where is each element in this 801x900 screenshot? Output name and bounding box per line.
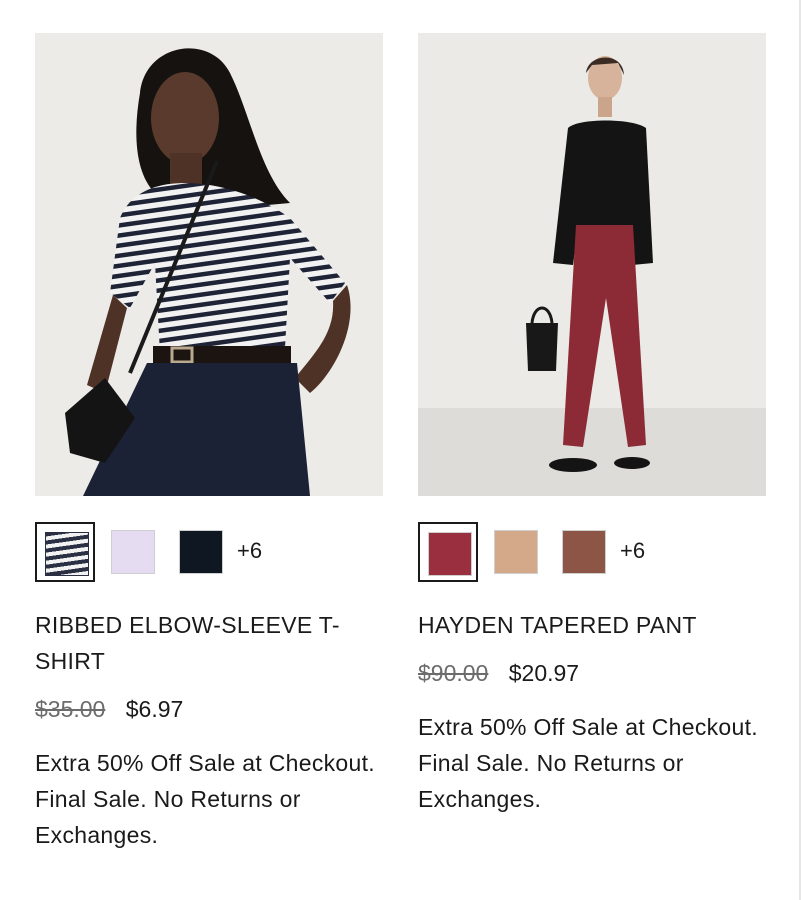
more-colors-link[interactable]: +6 (620, 538, 645, 564)
promo-text: Extra 50% Off Sale at Checkout. Final Sa… (418, 714, 758, 812)
more-colors-link[interactable]: +6 (237, 538, 262, 564)
product-photo-model-burgundy-pant (418, 33, 766, 496)
swatch-black[interactable] (171, 522, 231, 582)
product-title[interactable]: HAYDEN TAPERED PANT (418, 607, 766, 643)
color-swatch-row: +6 (35, 522, 383, 584)
promo-text: Extra 50% Off Sale at Checkout. Final Sa… (35, 750, 375, 848)
swatch-navy-white-stripe[interactable] (35, 522, 95, 582)
swatch-burgundy[interactable] (418, 522, 478, 582)
product-title[interactable]: RIBBED ELBOW-SLEEVE T-SHIRT (35, 607, 383, 679)
swatch-tan[interactable] (486, 522, 546, 582)
original-price: $35.00 (35, 696, 106, 722)
product-card-ribbed-tee[interactable]: +6 RIBBED ELBOW-SLEEVE T-SHIRT $35.00 $6… (35, 33, 383, 853)
swatch-chip (562, 530, 606, 574)
swatch-chip (494, 530, 538, 574)
price-block: $35.00 $6.97 (35, 691, 383, 727)
swatch-brown[interactable] (554, 522, 614, 582)
swatch-lavender[interactable] (103, 522, 163, 582)
sale-price: $6.97 (125, 696, 184, 722)
swatch-chip (179, 530, 223, 574)
product-card-hayden-pant[interactable]: +6 HAYDEN TAPERED PANT $90.00 $20.97 Ext… (418, 33, 766, 817)
swatch-chip (428, 532, 472, 576)
product-photo-model-striped-tee (35, 33, 383, 496)
sale-price: $20.97 (508, 660, 580, 686)
original-price: $90.00 (418, 660, 489, 686)
product-image[interactable] (418, 33, 766, 496)
price-block: $90.00 $20.97 (418, 655, 766, 691)
swatch-chip (111, 530, 155, 574)
color-swatch-row: +6 (418, 522, 766, 584)
product-image[interactable] (35, 33, 383, 496)
swatch-chip (45, 532, 89, 576)
